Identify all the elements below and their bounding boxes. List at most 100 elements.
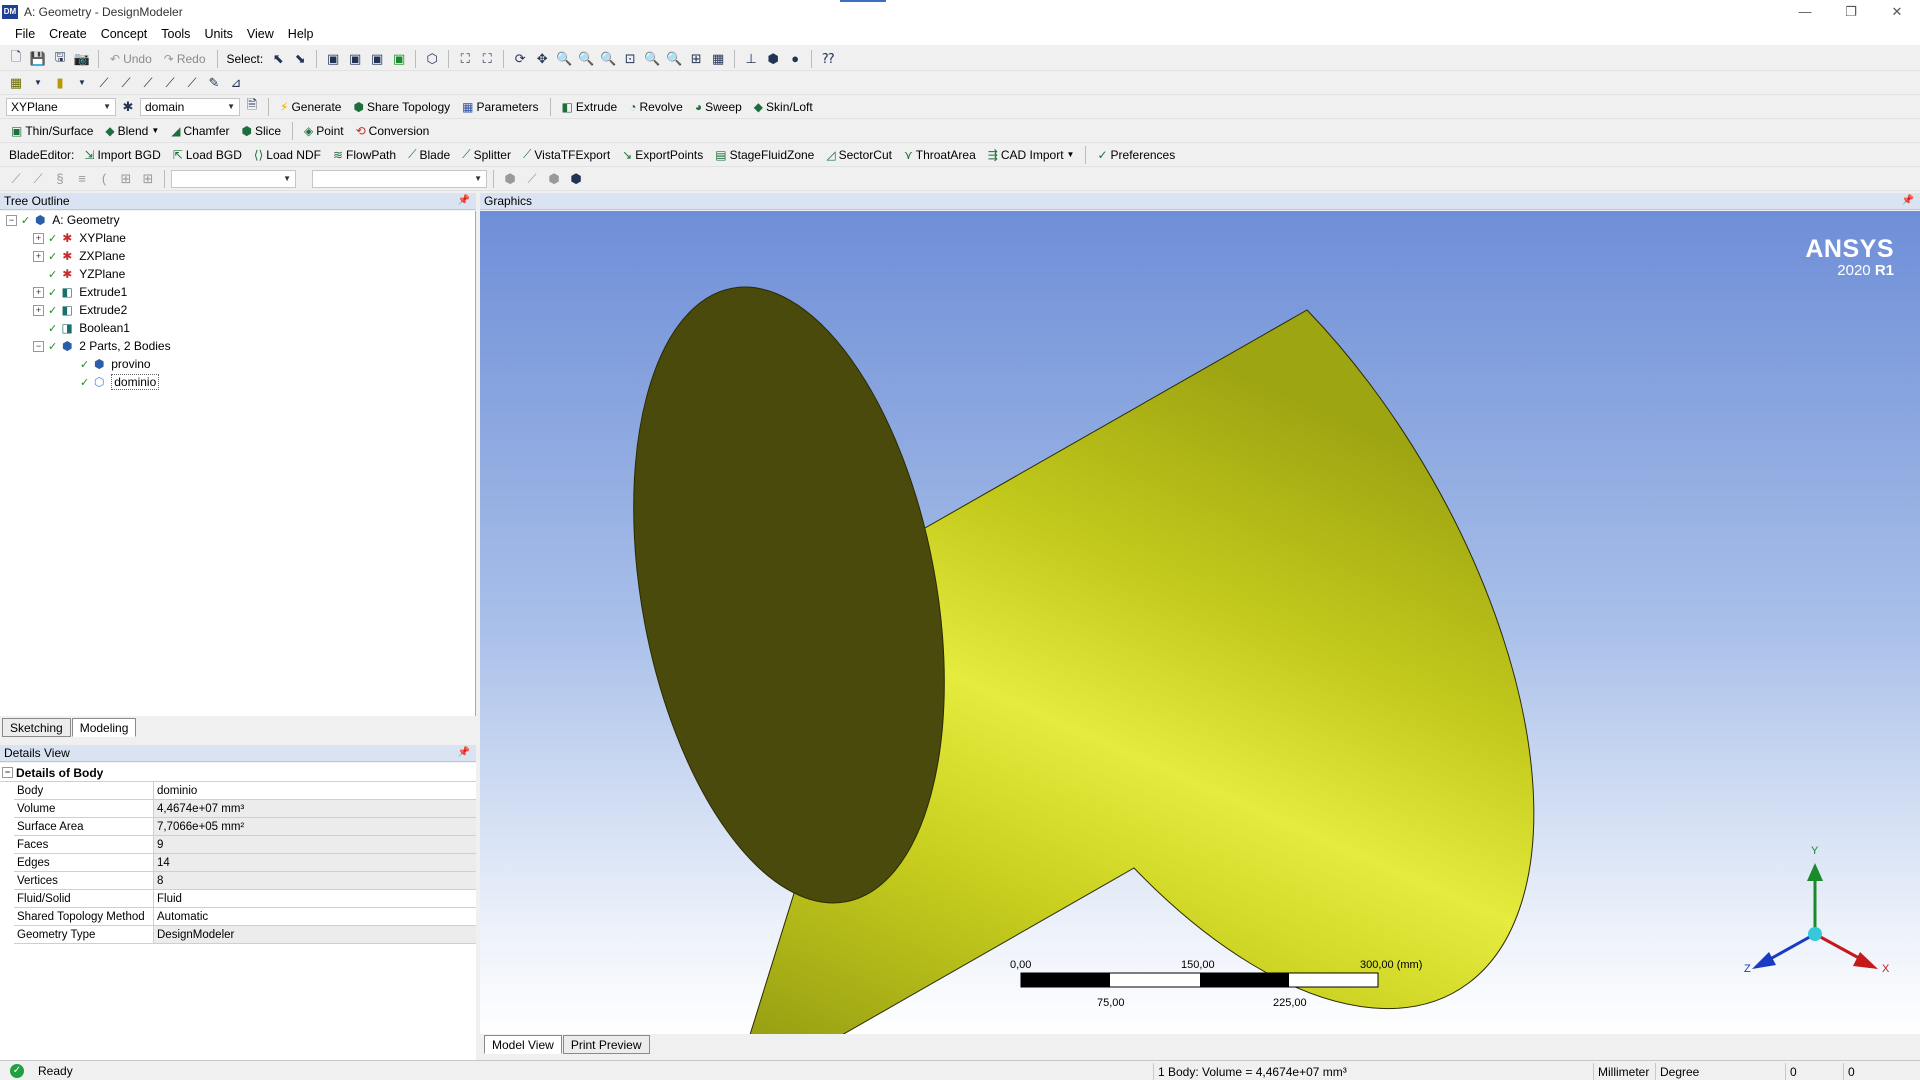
- tree-node-provino[interactable]: ✓ ⬢ provino: [80, 355, 151, 373]
- details-row[interactable]: Edges 14: [14, 854, 476, 872]
- skin-loft-button[interactable]: ◆ Skin/Loft: [749, 97, 818, 117]
- tool-k-icon[interactable]: ⬢: [566, 169, 586, 189]
- tool-c-icon[interactable]: §: [50, 169, 70, 189]
- tool-b-icon[interactable]: ⟋: [28, 169, 48, 189]
- details-row[interactable]: Faces 9: [14, 836, 476, 854]
- sketch-select[interactable]: domain ▼: [140, 97, 240, 116]
- thin-surface-button[interactable]: ▣ Thin/Surface: [6, 121, 98, 141]
- display-model-icon[interactable]: ⬢: [763, 49, 783, 69]
- triad-icon[interactable]: ⊥: [741, 49, 761, 69]
- menu-tools[interactable]: Tools: [154, 27, 197, 41]
- graphics-viewport[interactable]: ANSYS 2020 R1 0,00 150,00 300,00 (mm) 75…: [480, 211, 1920, 1034]
- menu-concept[interactable]: Concept: [94, 27, 155, 41]
- restore-button[interactable]: ❐: [1828, 0, 1874, 23]
- generate-button[interactable]: ⚡ Generate: [275, 97, 346, 117]
- import-bgd-button[interactable]: ⇲ Import BGD: [79, 145, 165, 165]
- menu-create[interactable]: Create: [42, 27, 94, 41]
- save-as-icon[interactable]: 🖫: [50, 49, 70, 69]
- new-icon[interactable]: 🗋: [6, 49, 26, 69]
- menu-help[interactable]: Help: [281, 27, 321, 41]
- point-button[interactable]: ◈ Point: [299, 121, 349, 141]
- tree-node-extrude1[interactable]: + ✓ ◧ Extrude1: [33, 283, 127, 301]
- details-row[interactable]: Fluid/Solid Fluid: [14, 890, 476, 908]
- sector-cut-button[interactable]: ◿ SectorCut: [821, 145, 897, 165]
- tool-d-icon[interactable]: ≡: [72, 169, 92, 189]
- magnifier-icon[interactable]: 🔍: [664, 49, 684, 69]
- stage-fluid-zone-button[interactable]: ▤ StageFluidZone: [710, 145, 819, 165]
- help-pointer-icon[interactable]: ⁇: [818, 49, 838, 69]
- tree-node-extrude2[interactable]: + ✓ ◧ Extrude2: [33, 301, 127, 319]
- tree-node-dominio[interactable]: ✓ ⬡ dominio: [80, 373, 160, 391]
- expand-icon[interactable]: +: [33, 304, 44, 316]
- tab-print-preview[interactable]: Print Preview: [562, 1035, 650, 1054]
- chamfer-button[interactable]: ◢ Chamfer: [166, 121, 234, 141]
- tree-node-geometry[interactable]: − ✓ ⬢ A: Geometry: [6, 211, 120, 229]
- conversion-button[interactable]: ⟲ Conversion: [351, 121, 435, 141]
- expand-icon[interactable]: +: [33, 232, 44, 244]
- redo-button[interactable]: ↷ Redo: [159, 49, 211, 69]
- flowpath-button[interactable]: ≋ FlowPath: [328, 145, 401, 165]
- revolve-button[interactable]: ◔ Revolve: [624, 97, 688, 117]
- zoom-fit-icon[interactable]: ⛶: [455, 49, 475, 69]
- undo-button[interactable]: ↶ Undo: [105, 49, 157, 69]
- details-row[interactable]: Vertices 8: [14, 872, 476, 890]
- tab-sketching[interactable]: Sketching: [2, 718, 71, 737]
- plane-select[interactable]: XYPlane ▼: [6, 97, 116, 116]
- tree-node-boolean1[interactable]: ✓ ◨ Boolean1: [48, 319, 130, 337]
- pin-icon[interactable]: 📌: [1902, 195, 1914, 206]
- line-tool-4-icon[interactable]: ⟋: [160, 73, 180, 93]
- collapse-icon[interactable]: −: [2, 767, 13, 778]
- tool-combo-1[interactable]: ▼: [171, 169, 296, 188]
- box-zoom-icon[interactable]: ⊡: [620, 49, 640, 69]
- select-filter-icon[interactable]: ⬊: [290, 49, 310, 69]
- rotate-icon[interactable]: ⟳: [510, 49, 530, 69]
- tab-modeling[interactable]: Modeling: [71, 718, 137, 737]
- expand-icon[interactable]: +: [33, 250, 44, 262]
- minimize-button[interactable]: —: [1782, 0, 1828, 23]
- pan-icon[interactable]: ✥: [532, 49, 552, 69]
- screenshot-icon[interactable]: 📷: [72, 49, 92, 69]
- vistatf-export-button[interactable]: ⟋ VistaTFExport: [518, 145, 615, 165]
- menu-file[interactable]: File: [8, 27, 42, 41]
- display-plane-icon[interactable]: ▦: [708, 49, 728, 69]
- tree-node-parts-bodies[interactable]: − ✓ ⬢ 2 Parts, 2 Bodies: [33, 337, 171, 355]
- extrude-button[interactable]: ◧ Extrude: [557, 97, 623, 117]
- display-toggle-icon[interactable]: ▦: [6, 73, 26, 93]
- new-sketch-icon[interactable]: 🗎: [242, 97, 262, 117]
- tool-f-icon[interactable]: ⊞: [116, 169, 136, 189]
- display-mode-icon[interactable]: ▮: [50, 73, 70, 93]
- parameters-button[interactable]: ▦ Parameters: [457, 97, 543, 117]
- line-tool-1-icon[interactable]: ⟋: [94, 73, 114, 93]
- zoom-box-icon[interactable]: ⛶: [477, 49, 497, 69]
- line-tool-2-icon[interactable]: ⟋: [116, 73, 136, 93]
- zoom-icon[interactable]: 🔍: [554, 49, 574, 69]
- details-row[interactable]: Volume 4,4674e+07 mm³: [14, 800, 476, 818]
- collapse-icon[interactable]: −: [33, 340, 44, 352]
- details-group-header[interactable]: − Details of Body: [0, 764, 476, 782]
- collapse-icon[interactable]: −: [6, 214, 17, 226]
- select-bodies-icon[interactable]: ▣: [389, 49, 409, 69]
- pin-icon[interactable]: 📌: [458, 747, 470, 758]
- cad-import-button[interactable]: ⇶ CAD Import ▼: [983, 145, 1080, 165]
- tool-h-icon[interactable]: ⬢: [500, 169, 520, 189]
- select-mode-icon[interactable]: ⬉: [268, 49, 288, 69]
- details-row[interactable]: Shared Topology Method Automatic: [14, 908, 476, 926]
- extend-selection-icon[interactable]: ⬡: [422, 49, 442, 69]
- pin-icon[interactable]: 📌: [458, 195, 470, 206]
- tree-node-yzplane[interactable]: ✓ ✱ YZPlane: [48, 265, 125, 283]
- select-faces-icon[interactable]: ▣: [367, 49, 387, 69]
- tool-e-icon[interactable]: (: [94, 169, 114, 189]
- blade-button[interactable]: ⟋ Blade: [403, 145, 455, 165]
- close-button[interactable]: ✕: [1874, 0, 1920, 23]
- line-tool-3-icon[interactable]: ⟋: [138, 73, 158, 93]
- iso-view-icon[interactable]: ⊞: [686, 49, 706, 69]
- zoom-to-fit-icon[interactable]: 🔍: [642, 49, 662, 69]
- menu-units[interactable]: Units: [197, 27, 239, 41]
- throat-area-button[interactable]: ⋎ ThroatArea: [899, 145, 981, 165]
- tool-g-icon[interactable]: ⊞: [138, 169, 158, 189]
- save-icon[interactable]: 💾: [28, 49, 48, 69]
- display-point-icon[interactable]: ●: [785, 49, 805, 69]
- tab-model-view[interactable]: Model View: [484, 1035, 562, 1054]
- zoom-out-icon[interactable]: 🔍: [598, 49, 618, 69]
- tree-node-xyplane[interactable]: + ✓ ✱ XYPlane: [33, 229, 126, 247]
